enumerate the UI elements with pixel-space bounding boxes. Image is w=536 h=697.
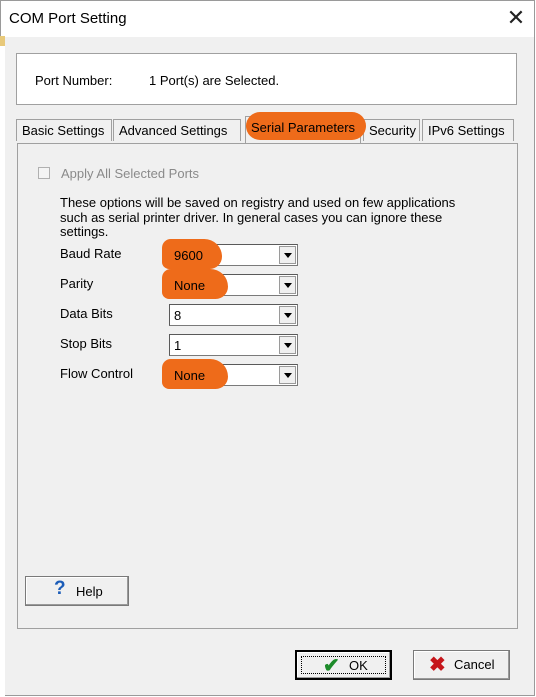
cancel-button[interactable]: ✖ Cancel [413, 650, 510, 680]
chevron-down-icon[interactable] [279, 276, 296, 294]
chevron-down-icon[interactable] [279, 246, 296, 264]
parity-select[interactable]: None [162, 269, 298, 299]
background-window-marker [0, 36, 5, 46]
tab-label: Security [369, 123, 416, 138]
parity-value: None [174, 278, 206, 293]
tab-label: IPv6 Settings [428, 123, 505, 138]
background-window-edge [0, 36, 5, 696]
help-button[interactable]: ? Help [25, 576, 129, 606]
chevron-down-icon[interactable] [279, 336, 296, 354]
flow-control-select[interactable]: None [162, 359, 298, 389]
chevron-down-icon[interactable] [279, 306, 296, 324]
tab-label: Serial Parameters [251, 120, 356, 135]
checkmark-icon: ✔ [323, 655, 340, 677]
apply-all-label: Apply All Selected Ports [61, 166, 200, 181]
title-bar: COM Port Setting ✕ [1, 1, 534, 37]
data-bits-value: 8 [174, 308, 182, 323]
tab-label: Basic Settings [22, 123, 105, 138]
parity-label: Parity [60, 276, 94, 291]
ok-label: OK [349, 658, 368, 673]
window-title: COM Port Setting [9, 10, 127, 27]
ok-button[interactable]: ✔ OK [295, 650, 392, 680]
tab-ipv6-settings[interactable]: IPv6 Settings [422, 119, 514, 141]
question-mark-icon: ? [54, 578, 66, 599]
cancel-label: Cancel [454, 657, 495, 672]
close-icon[interactable]: ✕ [498, 1, 534, 37]
tab-serial-parameters[interactable]: Serial Parameters [245, 112, 366, 143]
focus-rectangle [301, 656, 386, 674]
stop-bits-select[interactable]: 1 [169, 334, 298, 356]
data-bits-label: Data Bits [60, 306, 113, 321]
tab-strip: Basic Settings Advanced Settings Serial … [16, 112, 520, 143]
stop-bits-label: Stop Bits [60, 336, 113, 351]
port-info-box: Port Number: 1 Port(s) are Selected. [16, 53, 517, 105]
baud-rate-select[interactable]: 9600 [162, 239, 298, 269]
tab-security[interactable]: Security [363, 119, 420, 141]
data-bits-select[interactable]: 8 [169, 304, 298, 326]
tab-basic-settings[interactable]: Basic Settings [16, 119, 112, 141]
chevron-down-icon[interactable] [279, 366, 296, 384]
help-label: Help [76, 584, 103, 599]
flow-control-value: None [174, 368, 206, 383]
baud-rate-value: 9600 [174, 248, 203, 263]
tab-label: Advanced Settings [119, 123, 228, 138]
description-text: These options will be saved on registry … [60, 195, 456, 239]
baud-rate-label: Baud Rate [60, 246, 122, 261]
port-number-label: Port Number: [35, 73, 113, 88]
flow-control-label: Flow Control [60, 366, 133, 381]
apply-all-checkbox[interactable] [38, 167, 50, 179]
stop-bits-value: 1 [174, 338, 182, 353]
port-number-value: 1 Port(s) are Selected. [149, 73, 280, 88]
close-x-icon: ✖ [429, 654, 446, 676]
tab-advanced-settings[interactable]: Advanced Settings [113, 119, 241, 141]
